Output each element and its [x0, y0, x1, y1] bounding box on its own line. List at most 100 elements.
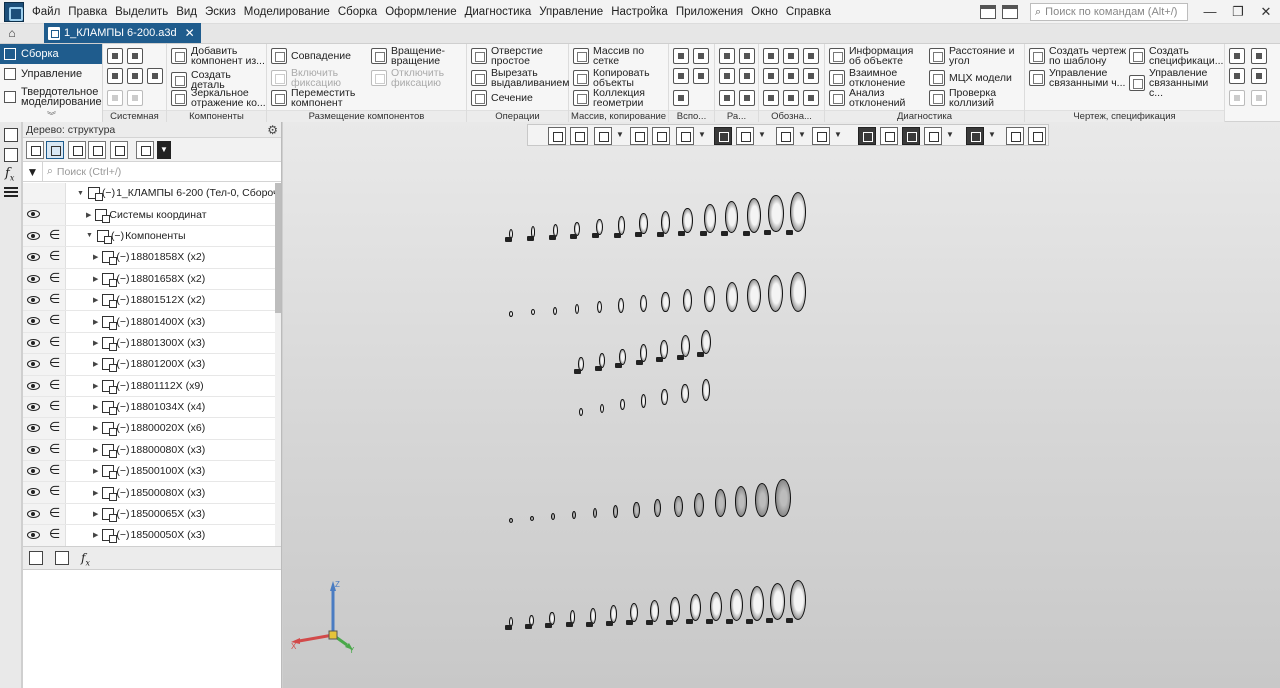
collapse-caret-icon[interactable]: ▶: [93, 424, 98, 432]
measure-icon[interactable]: [1006, 127, 1024, 145]
print-icon[interactable]: [107, 68, 123, 84]
extrude-cut-button[interactable]: Вырезать выдавливанием: [471, 68, 569, 88]
clamp-part[interactable]: [700, 204, 716, 236]
rotate-view-icon[interactable]: [652, 127, 670, 145]
clamp-part[interactable]: [531, 309, 536, 316]
light-dropdown-icon[interactable]: ▼: [946, 130, 954, 139]
tree-component-row[interactable]: ∈ ▶ (−) 18801300X (x3): [23, 332, 275, 355]
clamp-part[interactable]: [509, 311, 513, 317]
clamp-part[interactable]: [620, 399, 625, 411]
clamp-part[interactable]: [550, 513, 555, 520]
tree-structure-icon[interactable]: [26, 141, 44, 159]
eye-icon[interactable]: [27, 360, 40, 369]
aux-cs-icon[interactable]: [693, 68, 709, 84]
screenshot-window-icon[interactable]: [1002, 5, 1018, 19]
pan-icon[interactable]: [630, 127, 648, 145]
3d-viewport[interactable]: ▼ ▼ ▼ ▼ ▼ ▼ ▼ Z X Y: [283, 122, 1280, 688]
clamp-part[interactable]: [640, 394, 647, 408]
hide-dropdown-icon[interactable]: ▼: [798, 130, 806, 139]
clamp-part[interactable]: [646, 599, 659, 626]
clamp-part[interactable]: [526, 226, 536, 241]
clamp-part[interactable]: [666, 597, 680, 626]
perspective-icon[interactable]: [880, 127, 898, 145]
angle-dimension-icon[interactable]: [739, 68, 755, 84]
menu-item[interactable]: Диагностика: [461, 0, 536, 24]
clamp-part[interactable]: [721, 201, 739, 237]
tree-filter-icon[interactable]: [88, 141, 106, 159]
undo-icon[interactable]: [107, 90, 123, 106]
drawing-view-icon[interactable]: [739, 48, 755, 64]
tree-bodies-icon[interactable]: [68, 141, 86, 159]
clamp-part[interactable]: [742, 198, 761, 236]
menu-item[interactable]: Оформление: [381, 0, 460, 24]
tree-component-row[interactable]: ∈ ▶ (−) 18800080X (x3): [23, 439, 275, 462]
hamburger-menu-icon[interactable]: [4, 186, 18, 197]
tree-component-row[interactable]: ∈ ▶ (−) 18801200X (x3): [23, 354, 275, 376]
tree-component-row[interactable]: ∈ ▶ (−) 18500100X (x3): [23, 461, 275, 483]
clamp-part[interactable]: [634, 213, 648, 238]
eye-icon[interactable]: [27, 402, 40, 411]
tree-component-row[interactable]: ∈ ▶ (−) 18500080X (x3): [23, 482, 275, 504]
tree-view-dropdown-icon[interactable]: ▼: [157, 141, 171, 159]
tree-component-row[interactable]: ∈ ▶ (−) 18500065X (x3): [23, 503, 275, 526]
clamp-part[interactable]: [504, 616, 514, 631]
clamp-part[interactable]: [592, 507, 597, 519]
collapse-caret-icon[interactable]: ▶: [93, 403, 98, 411]
clamp-part[interactable]: [686, 594, 701, 625]
clamp-part[interactable]: [653, 499, 662, 518]
home-tab[interactable]: ⌂: [0, 23, 24, 43]
eyedropper-icon[interactable]: [1028, 127, 1046, 145]
clamp-part[interactable]: [656, 339, 669, 362]
collapse-caret-icon[interactable]: ▶: [93, 467, 98, 475]
wireframe-view-icon[interactable]: [736, 127, 754, 145]
gear-icon[interactable]: ⚙: [267, 123, 278, 137]
clamp-part[interactable]: [725, 282, 738, 312]
hide-show-icon[interactable]: [776, 127, 794, 145]
add-component-button[interactable]: Добавить компонент из...: [171, 46, 267, 66]
clamp-part[interactable]: [570, 221, 581, 239]
tree-search-input[interactable]: ⌕ Поиск (Ctrl+/): [47, 163, 281, 181]
eye-icon[interactable]: [27, 509, 40, 518]
eye-icon[interactable]: [27, 295, 40, 304]
minimize-button[interactable]: —: [1196, 0, 1224, 24]
clamp-part[interactable]: [565, 610, 576, 628]
menu-item[interactable]: Эскиз: [201, 0, 240, 24]
preview-icon[interactable]: [127, 68, 143, 84]
clamp-part[interactable]: [661, 292, 670, 313]
mutual-deviation-button[interactable]: Взаимное отклонение: [829, 68, 921, 88]
collapse-caret-icon[interactable]: ▶: [93, 489, 98, 497]
collapse-caret-icon[interactable]: ▶: [93, 318, 98, 326]
leader-icon[interactable]: [803, 48, 819, 64]
clamp-part[interactable]: [612, 505, 619, 518]
dimension-icon[interactable]: [719, 48, 735, 64]
clamp-part[interactable]: [755, 482, 770, 517]
command-search-input[interactable]: ⌕ Поиск по командам (Alt+/): [1030, 3, 1188, 21]
clamp-part[interactable]: [768, 275, 784, 313]
mode-management[interactable]: Управление: [0, 64, 102, 84]
mass-properties-button[interactable]: МЦХ модели: [929, 70, 1012, 86]
clamp-part[interactable]: [747, 278, 761, 312]
menu-item[interactable]: Справка: [782, 0, 835, 24]
deviation-analysis-button[interactable]: Анализ отклонений: [829, 88, 921, 108]
clamp-part[interactable]: [714, 489, 726, 517]
clamp-part[interactable]: [775, 479, 791, 517]
zoom-dropdown-icon[interactable]: ▼: [616, 130, 624, 139]
eye-icon[interactable]: [27, 253, 40, 262]
menu-item[interactable]: Сборка: [334, 0, 381, 24]
scrollbar-thumb[interactable]: [275, 183, 281, 313]
clamp-part[interactable]: [615, 348, 626, 368]
section-button[interactable]: Сечение: [471, 90, 533, 106]
triangle-icon[interactable]: [783, 90, 799, 106]
variables-tab-fx-icon[interactable]: fx: [81, 551, 90, 567]
clamp-part[interactable]: [613, 216, 626, 238]
section-dropdown-icon[interactable]: ▼: [834, 130, 842, 139]
eye-icon[interactable]: [27, 317, 40, 326]
expand-caret-icon[interactable]: ▼: [86, 232, 93, 239]
coordinate-axes-icon[interactable]: [548, 127, 566, 145]
new-document-icon[interactable]: [107, 48, 123, 64]
clamp-part[interactable]: [618, 298, 625, 313]
tree-component-row[interactable]: ∈ ▶ (−) 18801858X (x2): [23, 247, 275, 269]
layout-window-icon[interactable]: [980, 5, 996, 19]
clamp-part[interactable]: [625, 602, 639, 626]
aux-plane-icon[interactable]: [673, 48, 689, 64]
